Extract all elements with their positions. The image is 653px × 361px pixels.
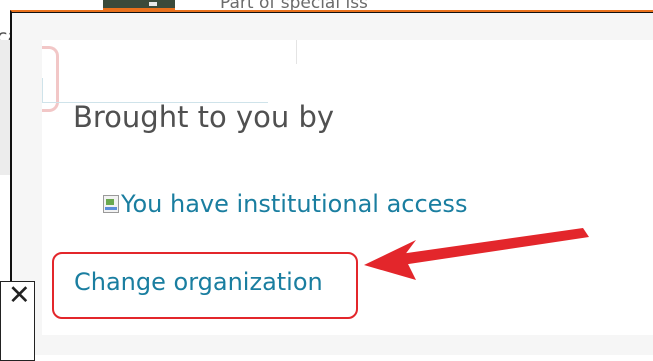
close-icon[interactable]: ✕ (8, 282, 31, 309)
annotation-arrow (364, 228, 589, 280)
dialog-corner: ✕ (0, 281, 35, 361)
arrow-shaft (400, 228, 589, 265)
